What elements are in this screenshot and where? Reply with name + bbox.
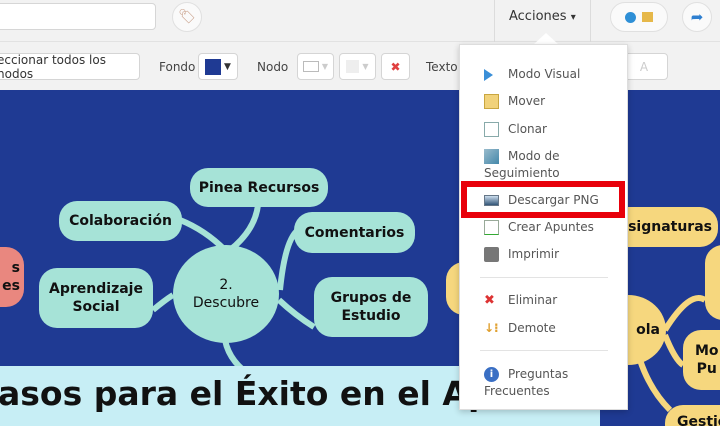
- top-bar: 🏷 Acciones ▾ ➦: [0, 0, 720, 42]
- menu-item-modo-seguimiento[interactable]: Modo de Seguimiento: [484, 148, 560, 182]
- node-label: Social: [72, 299, 120, 315]
- lock-icon: [642, 12, 653, 22]
- node-label: Comentarios: [304, 224, 405, 241]
- mindmap-node[interactable]: Mo Pu: [683, 330, 720, 390]
- clone-icon: [484, 122, 499, 137]
- menu-item-clonar[interactable]: Clonar: [484, 121, 547, 138]
- mindmap-node[interactable]: s es: [0, 247, 24, 307]
- node-color-picker[interactable]: ▼: [339, 53, 376, 80]
- color-palette-icon: [346, 60, 360, 73]
- chart-icon: [484, 149, 499, 164]
- actions-label: Acciones: [509, 9, 567, 24]
- search-input[interactable]: [0, 3, 156, 30]
- node-label: 2.: [219, 277, 233, 293]
- mindmap-node[interactable]: Colaboración: [59, 201, 182, 241]
- mindmap-node[interactable]: Grupos de Estudio: [314, 277, 428, 337]
- chevron-down-icon: ▼: [362, 62, 369, 71]
- node-label: signaturas: [628, 219, 712, 235]
- demote-icon: ↓⁝: [484, 321, 499, 335]
- node-label: Mo: [695, 343, 719, 359]
- menu-item-label: Seguimiento: [484, 166, 560, 180]
- mindmap-node[interactable]: Aprendizaje Social: [39, 268, 153, 328]
- background-color-picker[interactable]: ▼: [198, 53, 238, 80]
- move-icon: [484, 94, 499, 109]
- tag-button[interactable]: 🏷: [172, 2, 202, 32]
- central-node[interactable]: 2. Descubre: [173, 245, 279, 343]
- menu-item-demote[interactable]: ↓⁝ Demote: [484, 320, 556, 337]
- node-shape-picker[interactable]: ▼: [297, 53, 334, 80]
- node-label: Nodo: [257, 60, 289, 74]
- node-label: Aprendizaje: [49, 281, 143, 297]
- mindmap-node[interactable]: Gestio: [665, 405, 720, 426]
- menu-item-mover[interactable]: Mover: [484, 93, 545, 110]
- node-label: Grupos de: [330, 290, 412, 306]
- share-settings-button[interactable]: [610, 2, 668, 32]
- node-label: Colaboración: [69, 213, 172, 229]
- font-icon: A: [639, 59, 649, 74]
- chevron-down-icon: ▾: [570, 12, 576, 23]
- node-label: s: [11, 260, 20, 276]
- menu-item-label: Eliminar: [508, 293, 558, 307]
- node-label: Estudio: [341, 308, 401, 324]
- node-label: es: [2, 278, 20, 294]
- printer-icon: [484, 247, 499, 262]
- chevron-down-icon: ▼: [224, 61, 231, 72]
- node-label: Pinea Recursos: [198, 179, 320, 196]
- share-arrow-icon: ➦: [690, 8, 704, 26]
- menu-item-label: Modo de: [508, 149, 560, 163]
- notes-icon: [484, 220, 499, 235]
- globe-icon: [625, 11, 636, 23]
- shape-icon: [302, 61, 319, 72]
- divider: [590, 0, 591, 42]
- menu-item-label: Modo Visual: [508, 67, 581, 81]
- node-label: Descubre: [192, 295, 260, 311]
- menu-item-preguntas-frecuentes[interactable]: i Preguntas Frecuentes: [484, 366, 568, 400]
- remove-style-button[interactable]: ✖: [381, 53, 410, 80]
- menu-separator: [480, 277, 608, 278]
- play-icon: [484, 68, 493, 81]
- close-icon: ✖: [390, 59, 401, 74]
- chevron-down-icon: ▼: [321, 62, 329, 71]
- mindmap-node[interactable]: Pinea Recursos: [190, 168, 328, 207]
- tag-icon: 🏷: [178, 9, 196, 25]
- menu-item-label: Preguntas: [508, 367, 569, 381]
- select-all-label: eccionar todos los nodos: [0, 52, 106, 81]
- menu-item-label: Clonar: [508, 122, 547, 136]
- background-label: Fondo: [159, 60, 196, 74]
- menu-caret: [534, 33, 558, 44]
- node-label: ola: [636, 322, 660, 338]
- node-label: Gestio: [677, 414, 720, 426]
- menu-item-imprimir[interactable]: Imprimir: [484, 246, 559, 263]
- menu-item-eliminar[interactable]: ✖ Eliminar: [484, 292, 557, 309]
- delete-icon: ✖: [484, 293, 495, 308]
- menu-item-label: Mover: [508, 94, 546, 108]
- menu-item-label: Frecuentes: [484, 384, 550, 398]
- actions-button[interactable]: Acciones ▾: [509, 9, 576, 24]
- menu-item-crear-apuntes[interactable]: Crear Apuntes: [484, 219, 594, 236]
- info-icon: i: [484, 367, 499, 382]
- share-button[interactable]: ➦: [682, 2, 712, 32]
- color-swatch: [205, 58, 222, 75]
- highlight-box: [461, 181, 625, 218]
- menu-item-label: Crear Apuntes: [508, 220, 594, 234]
- menu-item-modo-visual[interactable]: Modo Visual: [484, 66, 580, 83]
- text-label: Texto: [426, 60, 458, 74]
- node-label: Pu: [696, 361, 717, 377]
- menu-separator: [480, 350, 608, 351]
- select-all-nodes-button[interactable]: eccionar todos los nodos: [0, 52, 140, 81]
- mindmap-node[interactable]: Comentarios: [294, 212, 415, 253]
- menu-item-label: Demote: [508, 321, 556, 335]
- actions-menu: Modo Visual Mover Clonar Modo de Seguimie…: [459, 44, 628, 410]
- mindmap-node[interactable]: [705, 245, 720, 320]
- menu-item-label: Imprimir: [508, 247, 560, 261]
- divider: [494, 0, 495, 42]
